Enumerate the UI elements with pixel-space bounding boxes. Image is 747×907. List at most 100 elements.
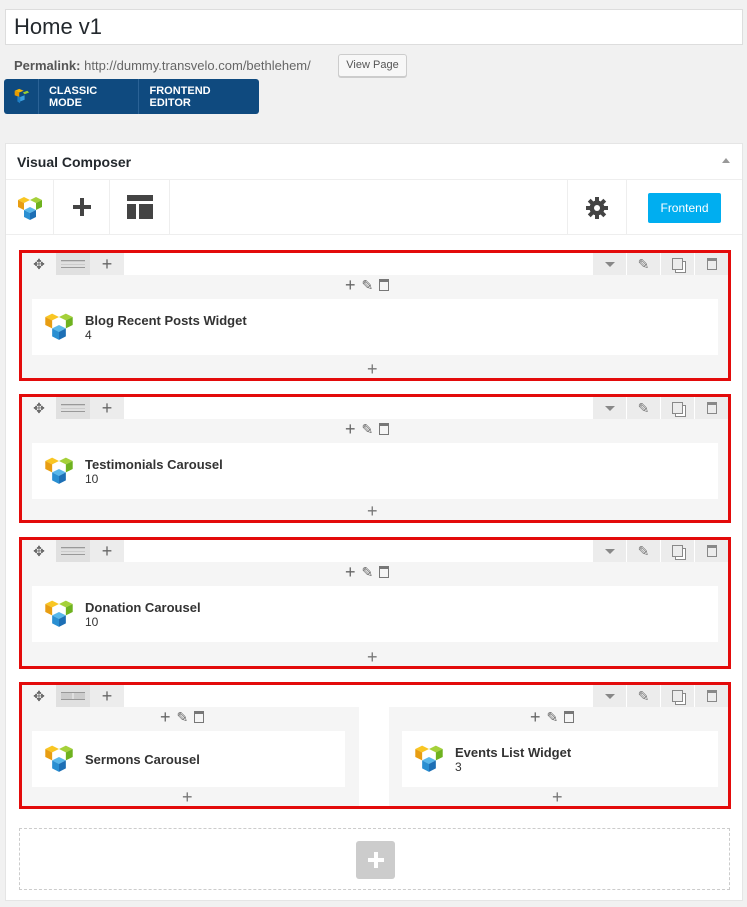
visual-composer-panel: Visual Composer Frontend ✥ + ✎ + ✎ Blog …	[5, 143, 743, 901]
row-move-handle[interactable]: ✥	[22, 397, 56, 419]
row-layout-icon	[61, 404, 85, 412]
row-move-handle[interactable]: ✥	[22, 685, 56, 707]
row-3: ✥ + ✎ + ✎ Donation Carousel 10 +	[19, 537, 731, 669]
row-edit-button[interactable]: ✎	[626, 540, 660, 562]
clone-icon	[672, 258, 683, 270]
column-add-element-button[interactable]: +	[182, 788, 193, 806]
pencil-icon[interactable]: ✎	[362, 277, 374, 294]
plus-icon[interactable]: +	[345, 563, 356, 581]
plus-icon[interactable]: +	[160, 708, 171, 726]
view-page-button[interactable]: View Page	[338, 54, 407, 77]
row-add-column-button[interactable]: +	[90, 685, 124, 707]
element-testimonials-carousel[interactable]: Testimonials Carousel 10	[32, 443, 718, 499]
row-move-handle[interactable]: ✥	[22, 253, 56, 275]
column-add-element-button[interactable]: +	[367, 360, 378, 378]
frontend-editor-button[interactable]: FRONTEND EDITOR	[139, 79, 259, 114]
trash-icon[interactable]	[379, 423, 390, 435]
plus-icon: +	[101, 398, 113, 418]
row-toggle-button[interactable]	[592, 397, 626, 419]
element-title: Blog Recent Posts Widget	[85, 312, 247, 328]
plus-icon: +	[101, 686, 113, 706]
pencil-icon[interactable]: ✎	[362, 564, 374, 581]
row-controls: ✥ + ✎	[22, 397, 728, 419]
vc-element-icon	[43, 309, 75, 346]
row-edit-button[interactable]: ✎	[626, 397, 660, 419]
column-add-element-button[interactable]: +	[552, 788, 563, 806]
collapse-arrow-icon[interactable]	[722, 158, 730, 163]
row-add-column-button[interactable]: +	[90, 253, 124, 275]
settings-button[interactable]	[567, 180, 627, 235]
add-row-button[interactable]	[356, 841, 395, 879]
panel-header[interactable]: Visual Composer	[6, 144, 742, 180]
add-element-button[interactable]	[54, 180, 110, 234]
plus-icon: +	[101, 254, 113, 274]
post-title-input[interactable]: Home v1	[5, 9, 743, 45]
row-layout-button[interactable]	[56, 540, 90, 562]
column-controls: + ✎	[345, 276, 390, 294]
vc-element-icon	[413, 741, 445, 778]
plus-icon[interactable]: +	[530, 708, 541, 726]
row-layout-button[interactable]	[56, 253, 90, 275]
trash-icon	[706, 258, 717, 270]
trash-icon[interactable]	[194, 711, 205, 723]
trash-icon[interactable]	[379, 566, 390, 578]
row-toggle-button[interactable]	[592, 540, 626, 562]
row-add-column-button[interactable]: +	[90, 540, 124, 562]
classic-mode-button[interactable]: CLASSIC MODE	[39, 79, 140, 114]
move-icon: ✥	[33, 542, 45, 559]
row-body: + ✎ Sermons Carousel + + ✎ Events List W…	[22, 707, 728, 806]
row-toggle-button[interactable]	[592, 253, 626, 275]
plus-icon[interactable]: +	[345, 276, 356, 294]
pencil-icon[interactable]: ✎	[362, 421, 374, 438]
row-controls: ✥ + ✎	[22, 253, 728, 275]
element-subtitle: 3	[455, 759, 462, 774]
templates-button[interactable]	[110, 180, 170, 234]
plus-icon	[367, 852, 384, 868]
frontend-button[interactable]: Frontend	[648, 192, 721, 223]
row-layout-icon	[61, 547, 85, 555]
trash-icon[interactable]	[564, 711, 575, 723]
element-donation-carousel[interactable]: Donation Carousel 10	[32, 586, 718, 642]
column: + ✎ Testimonials Carousel 10 +	[22, 419, 728, 520]
row-clone-button[interactable]	[660, 397, 694, 419]
row-body: + ✎ Blog Recent Posts Widget 4 +	[22, 275, 728, 378]
row-edit-button[interactable]: ✎	[626, 253, 660, 275]
caret-down-icon	[604, 261, 615, 267]
element-subtitle: 4	[85, 327, 92, 342]
vc-logo-button[interactable]	[6, 180, 54, 234]
row-delete-button[interactable]	[694, 253, 728, 275]
row-layout-button[interactable]	[56, 685, 90, 707]
element-events-list-widget[interactable]: Events List Widget 3	[402, 731, 718, 787]
row-toggle-button[interactable]	[592, 685, 626, 707]
column-add-element-button[interactable]: +	[367, 648, 378, 666]
column-add-element-button[interactable]: +	[367, 502, 378, 520]
pencil-icon[interactable]: ✎	[177, 709, 189, 726]
plus-icon: +	[101, 541, 113, 561]
row-clone-button[interactable]	[660, 253, 694, 275]
vc-logo-icon[interactable]	[4, 79, 39, 114]
row-2: ✥ + ✎ + ✎ Testimonials Carousel 10 +	[19, 394, 731, 523]
pencil-icon[interactable]: ✎	[547, 709, 559, 726]
plus-icon[interactable]: +	[345, 420, 356, 438]
pencil-icon: ✎	[637, 687, 650, 704]
vc-toolbar: Frontend	[6, 180, 742, 235]
trash-icon	[706, 545, 717, 557]
column-controls: + ✎	[530, 708, 575, 726]
vc-element-icon	[43, 596, 75, 633]
row-edit-button[interactable]: ✎	[626, 685, 660, 707]
caret-down-icon	[604, 405, 615, 411]
row-delete-button[interactable]	[694, 397, 728, 419]
row-clone-button[interactable]	[660, 540, 694, 562]
permalink-url[interactable]: http://dummy.transvelo.com/bethlehem/	[84, 58, 311, 73]
row-delete-button[interactable]	[694, 685, 728, 707]
row-move-handle[interactable]: ✥	[22, 540, 56, 562]
element-blog-recent-posts-widget[interactable]: Blog Recent Posts Widget 4	[32, 299, 718, 355]
row-clone-button[interactable]	[660, 685, 694, 707]
row-layout-button[interactable]	[56, 397, 90, 419]
vc-element-icon	[43, 741, 75, 778]
trash-icon[interactable]	[379, 279, 390, 291]
row-delete-button[interactable]	[694, 540, 728, 562]
pencil-icon: ✎	[637, 542, 650, 559]
row-add-column-button[interactable]: +	[90, 397, 124, 419]
element-sermons-carousel[interactable]: Sermons Carousel	[32, 731, 345, 787]
